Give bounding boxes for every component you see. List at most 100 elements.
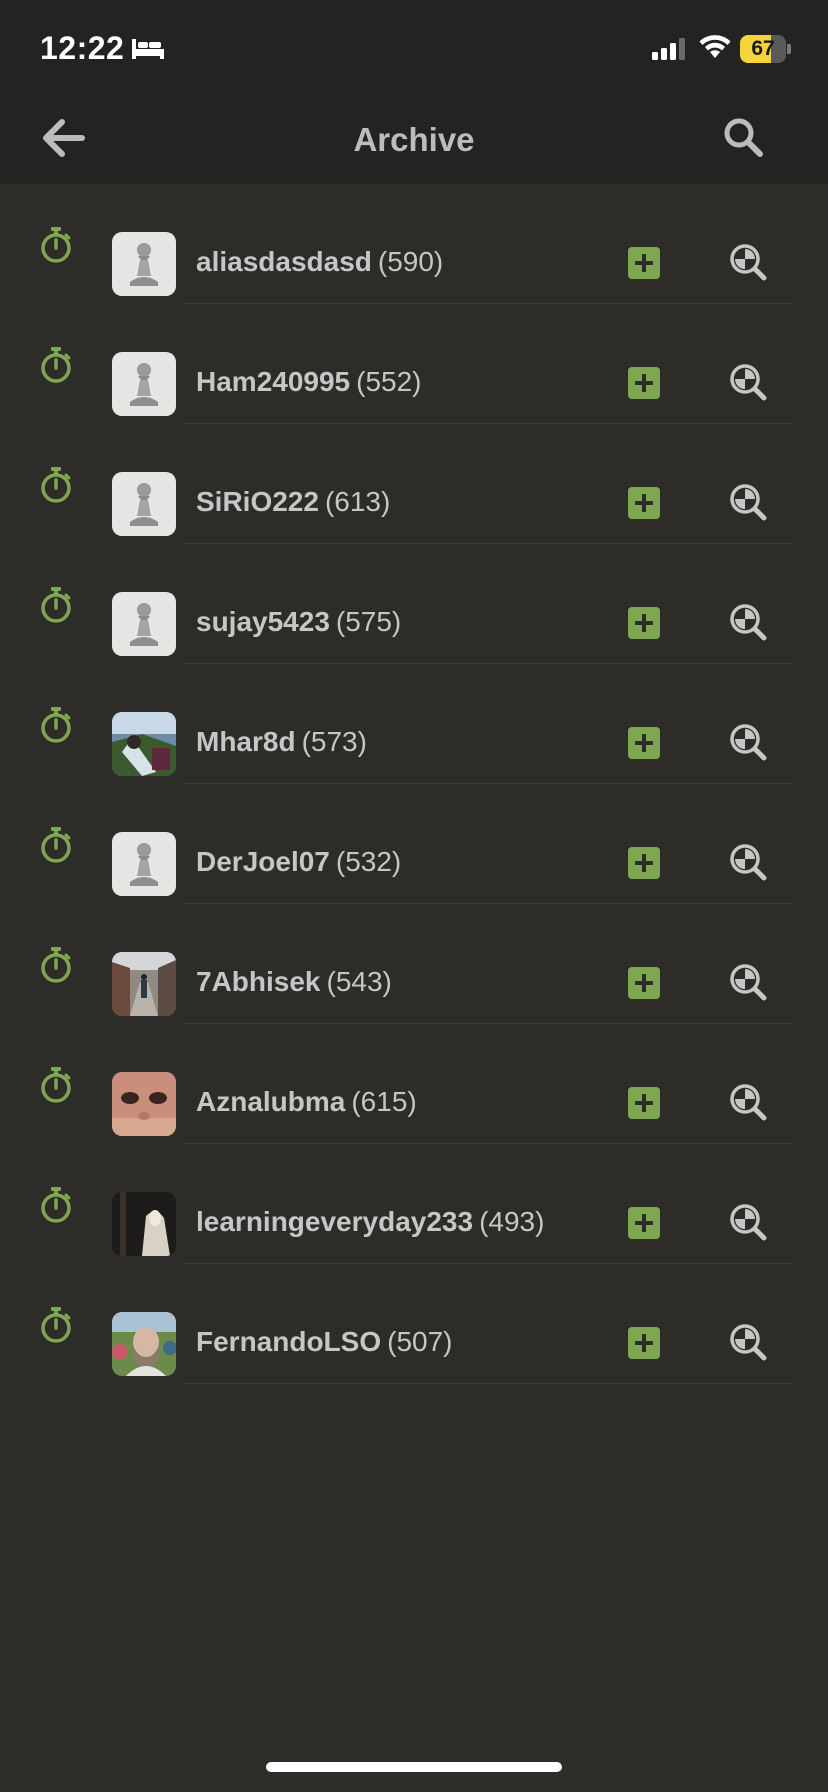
avatar[interactable] bbox=[112, 1312, 176, 1376]
player-name[interactable]: FernandoLSO (507) bbox=[196, 1326, 453, 1358]
player-name[interactable]: SiRiO222 (613) bbox=[196, 486, 390, 518]
magnifier-board-icon bbox=[730, 244, 767, 281]
archive-list: aliasdasdasd (590) Ham240995 (552) SiRiO… bbox=[0, 184, 828, 1384]
wifi-icon bbox=[698, 34, 732, 65]
username: 7Abhisek bbox=[196, 966, 321, 997]
challenge-button[interactable] bbox=[628, 1087, 660, 1119]
analyze-button[interactable] bbox=[728, 1322, 768, 1362]
challenge-button[interactable] bbox=[628, 487, 660, 519]
timer-icon bbox=[38, 226, 74, 264]
analyze-button[interactable] bbox=[728, 1202, 768, 1242]
battery-icon: 67 bbox=[740, 35, 791, 63]
avatar[interactable] bbox=[112, 232, 176, 296]
list-item[interactable]: FernandoLSO (507) bbox=[0, 1264, 828, 1384]
rating: (573) bbox=[301, 726, 367, 757]
bed-icon bbox=[130, 37, 166, 66]
signal-icon bbox=[652, 38, 688, 65]
player-name[interactable]: learningeveryday233 (493) bbox=[196, 1206, 544, 1238]
analyze-button[interactable] bbox=[728, 242, 768, 282]
username: SiRiO222 bbox=[196, 486, 319, 517]
challenge-button[interactable] bbox=[628, 967, 660, 999]
timer-icon bbox=[38, 1306, 74, 1344]
rating: (552) bbox=[356, 366, 422, 397]
analyze-button[interactable] bbox=[728, 602, 768, 642]
challenge-button[interactable] bbox=[628, 607, 660, 639]
avatar[interactable] bbox=[112, 472, 176, 536]
username: FernandoLSO bbox=[196, 1326, 382, 1357]
avatar[interactable] bbox=[112, 592, 176, 656]
magnifier-board-icon bbox=[730, 1084, 767, 1121]
analyze-button[interactable] bbox=[728, 842, 768, 882]
nav-bar: Archive bbox=[0, 92, 828, 184]
player-name[interactable]: 7Abhisek (543) bbox=[196, 966, 392, 998]
rating: (532) bbox=[335, 846, 402, 877]
username: Aznalubma bbox=[196, 1086, 346, 1117]
challenge-button[interactable] bbox=[628, 367, 660, 399]
list-item[interactable]: Aznalubma (615) bbox=[0, 1024, 828, 1144]
list-item[interactable]: Ham240995 (552) bbox=[0, 304, 828, 424]
timer-icon bbox=[38, 1186, 74, 1224]
player-name[interactable]: DerJoel07 (532) bbox=[196, 846, 401, 878]
player-name[interactable]: Mhar8d (573) bbox=[196, 726, 367, 758]
row-divider bbox=[184, 1383, 794, 1384]
status-bar: 12:22 67 bbox=[0, 0, 828, 92]
rating: (543) bbox=[326, 966, 392, 997]
list-item[interactable]: learningeveryday233 (493) bbox=[0, 1144, 828, 1264]
avatar[interactable] bbox=[112, 1072, 176, 1136]
status-time: 12:22 bbox=[40, 30, 125, 66]
timer-icon bbox=[38, 586, 74, 624]
challenge-button[interactable] bbox=[628, 727, 660, 759]
avatar[interactable] bbox=[112, 712, 176, 776]
analyze-button[interactable] bbox=[728, 722, 768, 762]
magnifier-board-icon bbox=[730, 844, 767, 881]
analyze-button[interactable] bbox=[728, 1082, 768, 1122]
rating: (575) bbox=[335, 606, 402, 637]
challenge-button[interactable] bbox=[628, 847, 660, 879]
battery-level-text: 67 bbox=[751, 37, 775, 60]
analyze-button[interactable] bbox=[728, 962, 768, 1002]
rating: (615) bbox=[351, 1086, 417, 1117]
username: learningeveryday233 bbox=[196, 1206, 474, 1237]
list-item[interactable]: SiRiO222 (613) bbox=[0, 424, 828, 544]
list-item[interactable]: DerJoel07 (532) bbox=[0, 784, 828, 904]
username: DerJoel07 bbox=[196, 846, 330, 877]
rating: (613) bbox=[324, 486, 391, 517]
list-item[interactable]: Mhar8d (573) bbox=[0, 664, 828, 784]
avatar[interactable] bbox=[112, 832, 176, 896]
magnifier-board-icon bbox=[730, 364, 767, 401]
page-title: Archive bbox=[353, 121, 475, 158]
rating: (493) bbox=[479, 1206, 545, 1237]
rating: (590) bbox=[377, 246, 444, 277]
username: Ham240995 bbox=[196, 366, 351, 397]
rating: (507) bbox=[387, 1326, 453, 1357]
list-item[interactable]: 7Abhisek (543) bbox=[0, 904, 828, 1024]
magnifier-board-icon bbox=[730, 484, 767, 521]
avatar[interactable] bbox=[112, 352, 176, 416]
challenge-button[interactable] bbox=[628, 247, 660, 279]
magnifier-board-icon bbox=[730, 724, 767, 761]
avatar[interactable] bbox=[112, 1192, 176, 1256]
magnifier-board-icon bbox=[730, 1204, 767, 1241]
username: aliasdasdasd bbox=[196, 246, 372, 277]
username: Mhar8d bbox=[196, 726, 296, 757]
magnifier-board-icon bbox=[730, 964, 767, 1001]
timer-icon bbox=[38, 466, 74, 504]
timer-icon bbox=[38, 706, 74, 744]
player-name[interactable]: Aznalubma (615) bbox=[196, 1086, 417, 1118]
list-item[interactable]: sujay5423 (575) bbox=[0, 544, 828, 664]
challenge-button[interactable] bbox=[628, 1207, 660, 1239]
search-button[interactable] bbox=[722, 116, 766, 160]
player-name[interactable]: sujay5423 (575) bbox=[196, 606, 401, 638]
player-name[interactable]: aliasdasdasd (590) bbox=[196, 246, 443, 278]
avatar[interactable] bbox=[112, 952, 176, 1016]
timer-icon bbox=[38, 826, 74, 864]
search-icon bbox=[724, 118, 763, 157]
challenge-button[interactable] bbox=[628, 1327, 660, 1359]
home-indicator bbox=[266, 1762, 562, 1772]
list-item[interactable]: aliasdasdasd (590) bbox=[0, 184, 828, 304]
magnifier-board-icon bbox=[730, 604, 767, 641]
analyze-button[interactable] bbox=[728, 482, 768, 522]
analyze-button[interactable] bbox=[728, 362, 768, 402]
player-name[interactable]: Ham240995 (552) bbox=[196, 366, 422, 398]
username: sujay5423 bbox=[196, 606, 330, 637]
